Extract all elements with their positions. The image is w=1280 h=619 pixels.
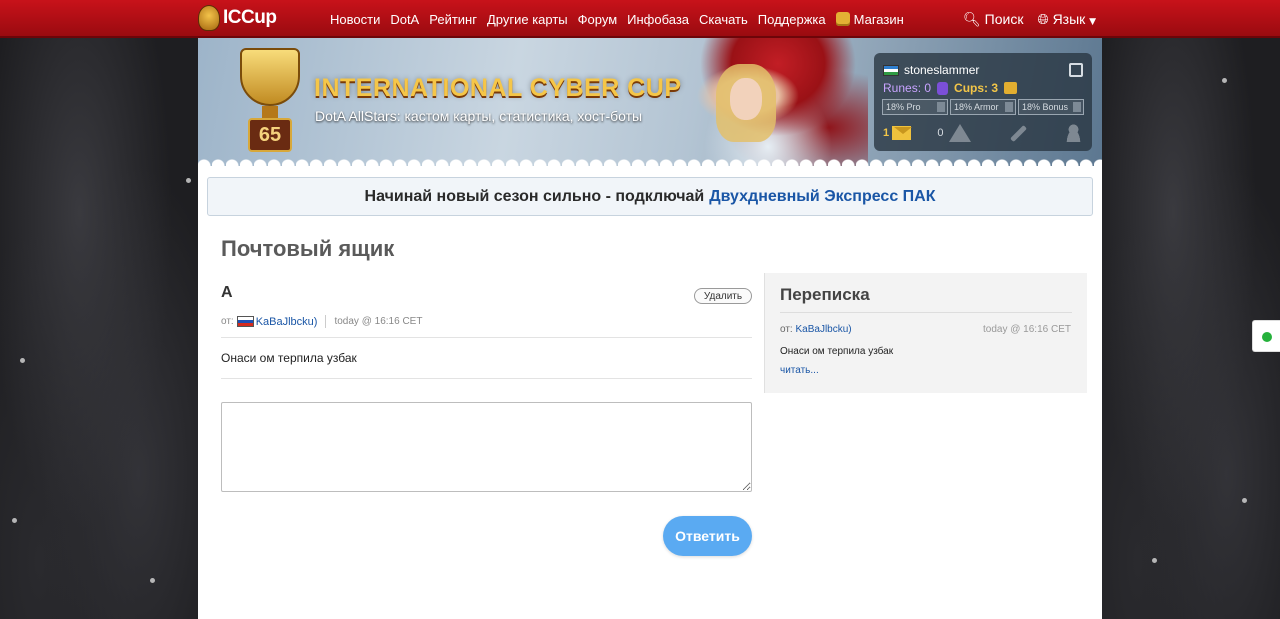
nav-rating[interactable]: Рейтинг: [429, 12, 477, 27]
snowflake: [12, 518, 17, 523]
snow-border: [198, 156, 1102, 166]
divider: [221, 337, 752, 338]
user-row: stoneslammer: [883, 63, 979, 77]
online-status-icon: [1262, 332, 1272, 342]
logo-text: ICCup: [223, 7, 277, 28]
globe-icon: 🌐︎: [1037, 11, 1049, 28]
promo-banner: Начинай новый сезон сильно - подключай Д…: [207, 177, 1093, 216]
currency-row: Runes: 0 Cups: 3: [883, 81, 1018, 95]
snowflake: [20, 358, 25, 363]
snowflake: [1222, 78, 1227, 83]
nav-forum[interactable]: Форум: [578, 12, 618, 27]
pro-bar[interactable]: 18% Pro: [882, 99, 948, 115]
user-panel: stoneslammer Runes: 0 Cups: 3 18% Pro 18…: [874, 53, 1092, 151]
warnings-count: 0: [937, 127, 944, 139]
top-navigation-bar: ICCup Новости DotA Рейтинг Другие карты …: [0, 0, 1280, 38]
username-link[interactable]: stoneslammer: [904, 63, 979, 77]
nav-news[interactable]: Новости: [330, 12, 380, 27]
divider: [325, 315, 327, 328]
language-label: Язык: [1052, 10, 1086, 27]
runes-count: Runes: 0: [883, 81, 932, 95]
divider: [221, 378, 752, 379]
from-label: от:: [780, 324, 793, 335]
logo-emblem-icon: [198, 5, 220, 31]
nav-shop[interactable]: Магазин: [835, 11, 904, 27]
chevron-down-icon: ▼: [1089, 16, 1097, 27]
sidebar-title: Переписка: [780, 285, 870, 304]
message-meta: от: KaBaJlbcku) today @ 16:16 CET: [221, 315, 422, 328]
message-time: today @ 16:16 CET: [334, 316, 423, 327]
sidebar-message-preview: Онаси ом терпила узбак: [780, 346, 894, 357]
delete-button[interactable]: Удалить: [694, 288, 752, 304]
armor-bar[interactable]: 18% Armor: [950, 99, 1016, 115]
mail-count: 1: [883, 127, 890, 139]
author-link[interactable]: KaBaJlbcku): [256, 316, 318, 328]
uzbekistan-flag-icon: [883, 64, 899, 76]
search-label: Поиск: [984, 10, 1024, 27]
nav-dota[interactable]: DotA: [390, 12, 419, 27]
sidebar-author-link[interactable]: KaBaJlbcku): [795, 324, 851, 335]
nav-other-maps[interactable]: Другие карты: [487, 12, 568, 27]
banner-title: INTERNATIONAL CYBER CUP: [314, 74, 682, 102]
russia-flag-icon: [236, 316, 254, 327]
background-left: [0, 38, 198, 619]
reply-textarea[interactable]: [221, 402, 752, 492]
shop-coins-icon: [835, 11, 850, 26]
mail-envelope-icon[interactable]: [892, 126, 913, 140]
snowflake: [1242, 498, 1247, 503]
banner-hero-artwork: [668, 38, 868, 166]
promo-link[interactable]: Двухдневный Экспресс ПАК: [709, 188, 935, 206]
search-button[interactable]: 🔍︎ Поиск: [963, 11, 1023, 28]
sidebar-time: today @ 16:16 CET: [983, 324, 1071, 335]
language-dropdown[interactable]: 🌐︎ Язык ▼: [1037, 11, 1096, 28]
message-body: Онаси ом терпила узбак: [221, 351, 357, 365]
snowflake: [186, 178, 191, 183]
cups-coin-icon: [1004, 82, 1018, 94]
rune-icon: [937, 81, 949, 95]
divider: [780, 312, 1072, 313]
nav-right: 🔍︎ Поиск 🌐︎ Язык ▼: [963, 0, 1096, 38]
nav-infobase[interactable]: Инфобаза: [627, 12, 689, 27]
from-label: от:: [221, 316, 234, 327]
nav-support[interactable]: Поддержка: [758, 12, 826, 27]
level-badge: 65: [248, 118, 292, 152]
promo-text: Начинай новый сезон сильно - подключай: [364, 187, 705, 205]
nav-shop-label: Магазин: [853, 11, 904, 27]
reply-button[interactable]: Ответить: [663, 516, 752, 556]
logout-icon[interactable]: [1069, 63, 1083, 77]
snowflake: [1152, 558, 1157, 563]
read-more-link[interactable]: читать...: [780, 365, 819, 376]
snowflake: [150, 578, 155, 583]
main-nav: Новости DotA Рейтинг Другие карты Форум …: [330, 0, 904, 38]
nav-download[interactable]: Скачать: [699, 12, 748, 27]
conversation-sidebar: Переписка от: KaBaJlbcku) today @ 16:16 …: [764, 273, 1087, 393]
message-subject: А: [221, 284, 233, 301]
friends-icon[interactable]: [1063, 124, 1083, 142]
bonus-bars: 18% Pro 18% Armor 18% Bonus: [882, 99, 1084, 115]
banner-subtitle: DotA AllStars: кастом карты, статистика,…: [315, 108, 643, 124]
cups-count: Cups: 3: [954, 81, 999, 95]
header-banner: 65 INTERNATIONAL CYBER CUP DotA AllStars…: [198, 38, 1102, 166]
main-content: 65 INTERNATIONAL CYBER CUP DotA AllStars…: [198, 38, 1102, 619]
user-actions-row: 1 0: [883, 123, 1083, 143]
bonus-bar[interactable]: 18% Bonus: [1018, 99, 1084, 115]
page-title: Почтовый ящик: [221, 236, 395, 261]
search-icon: 🔍︎: [963, 11, 981, 28]
trophy-icon: 65: [234, 48, 306, 152]
online-status-widget[interactable]: [1252, 320, 1280, 352]
wrench-icon[interactable]: [1009, 124, 1027, 142]
sidebar-from: от: KaBaJlbcku): [780, 324, 852, 335]
site-logo[interactable]: ICCup: [198, 5, 277, 31]
warning-triangle-icon[interactable]: [948, 124, 971, 142]
